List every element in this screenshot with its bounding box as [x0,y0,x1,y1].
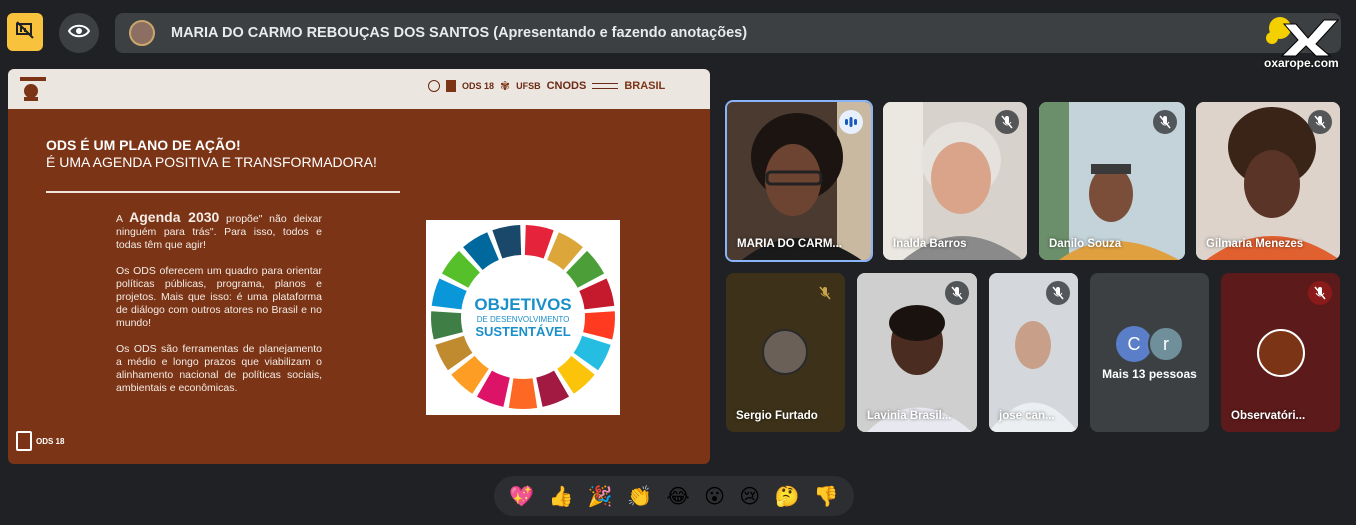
more-participants-label: Mais 13 pessoas [1102,367,1197,381]
presenter-text: MARIA DO CARMO REBOUÇAS DOS SANTOS (Apre… [171,25,748,41]
participant-tile[interactable]: MARIA DO CARM... [725,100,873,262]
sdg-segment [492,225,522,259]
participant-tile[interactable]: Sergio Furtado [726,273,845,432]
participant-name: MARIA DO CARM... [737,238,842,250]
slide-divider [46,191,400,193]
laugh-reaction-button[interactable]: 😂 [666,484,689,508]
presenter-banner: MARIA DO CARMO REBOUÇAS DOS SANTOS (Apre… [115,13,1341,53]
slide-header: ODS 18 ✾ UFSB CNODS BRASIL [8,69,710,109]
header-logos: ODS 18 ✾ UFSB CNODS BRASIL [428,79,665,93]
participant-name: jose can... [999,410,1055,422]
view-button[interactable] [59,13,99,53]
ufsb-icon: ✾ [500,79,511,93]
mic-muted-icon [1153,110,1177,134]
header-logo-cnods: CNODS [546,80,587,92]
sdg-wheel-image: OBJETIVOS DE DESENVOLVIMENTO SUSTENTÁVEL [426,220,620,415]
slide-footer-logo: ODS 18 [16,431,64,451]
participant-name: Gilmaria Menezes [1206,238,1304,250]
surprised-reaction-button[interactable]: 😮 [704,484,725,508]
party-reaction-button[interactable]: 🎉 [588,484,613,508]
thumbs-down-reaction-button[interactable]: 👎 [814,484,839,508]
sdg-title-line1: OBJETIVOS [474,295,571,314]
header-logo-ods: ODS 18 [462,81,495,91]
sdg-segment [524,225,554,259]
slide-title: ODS É UM PLANO DE AÇÃO! [46,137,241,153]
sad-reaction-button[interactable]: 😢 [739,484,760,508]
crest-icon [428,80,440,92]
reaction-bar: 💖 👍 🎉 👏 😂 😮 😢 🤔 👎 [494,476,854,516]
more-participants-tile[interactable]: C r Mais 13 pessoas [1090,273,1209,432]
eye-icon [67,24,91,43]
slide-paragraph-3: Os ODS são ferramentas de planejamento a… [116,343,322,394]
present-off-icon [15,20,35,45]
participant-name: Lavinia Brasil... [867,410,952,422]
heart-reaction-button[interactable]: 💖 [509,484,534,508]
sdg-segment [583,311,615,340]
participant-name: Sergio Furtado [736,410,818,422]
participant-avatar [762,329,808,375]
mic-muted-icon [1046,281,1070,305]
participant-tile[interactable]: Inalda Barros [883,102,1027,260]
sdg-segment [431,311,463,340]
slide-subtitle: É UMA AGENDA POSITIVA E TRANSFORMADORA! [46,154,377,170]
participant-tile[interactable]: Danilo Souza [1039,102,1185,260]
header-logo-ufsb: UFSB [516,81,541,91]
watermark-text: oxarope.com [1264,56,1339,70]
sdg-segment [508,378,538,409]
mic-muted-icon [1308,281,1332,305]
clap-reaction-button[interactable]: 👏 [627,484,652,508]
watermark-logo: oxarope.com [1262,14,1342,70]
thinking-reaction-button[interactable]: 🤔 [775,484,800,508]
participant-name: Danilo Souza [1049,238,1122,250]
ministry-logo-icon [592,83,619,89]
present-toggle-button[interactable] [7,13,43,51]
thumbs-up-reaction-button[interactable]: 👍 [548,484,573,508]
sdg-title-line2: DE DESENVOLVIMENTO [477,315,570,324]
participant-tile[interactable]: Gilmaria Menezes [1196,102,1340,260]
ods18-logo-icon [16,431,32,451]
participant-avatar: r [1148,326,1184,362]
mic-muted-icon [945,281,969,305]
header-logo-brasil: BRASIL [624,80,666,92]
participant-name: Inalda Barros [893,238,967,250]
speaking-indicator [839,110,863,134]
presentation-slide: ODS 18 ✾ UFSB CNODS BRASIL ODS É UM PLAN… [8,69,710,464]
presenter-avatar [129,20,155,46]
slide-logo-icon [20,77,46,101]
slide-body: A Agenda 2030 propõe" não deixar ninguém… [116,209,322,408]
sdg-title-line3: SUSTENTÁVEL [475,324,570,339]
slide-paragraph-1: A Agenda 2030 propõe" não deixar ninguém… [116,209,322,251]
participant-avatar: C [1116,326,1152,362]
ods-logo-icon [446,80,456,92]
participant-name: Observatóri... [1231,410,1306,422]
mic-muted-icon [1308,110,1332,134]
participant-avatar [1257,329,1305,377]
slide-paragraph-2: Os ODS oferecem um quadro para orientar … [116,265,322,329]
participant-tile[interactable]: Observatóri... [1221,273,1340,432]
mic-muted-icon [995,110,1019,134]
mic-muted-icon [813,281,837,305]
participant-tile[interactable]: Lavinia Brasil... [857,273,977,432]
participant-tile[interactable]: jose can... [989,273,1078,432]
footer-logo-text: ODS 18 [36,436,65,446]
